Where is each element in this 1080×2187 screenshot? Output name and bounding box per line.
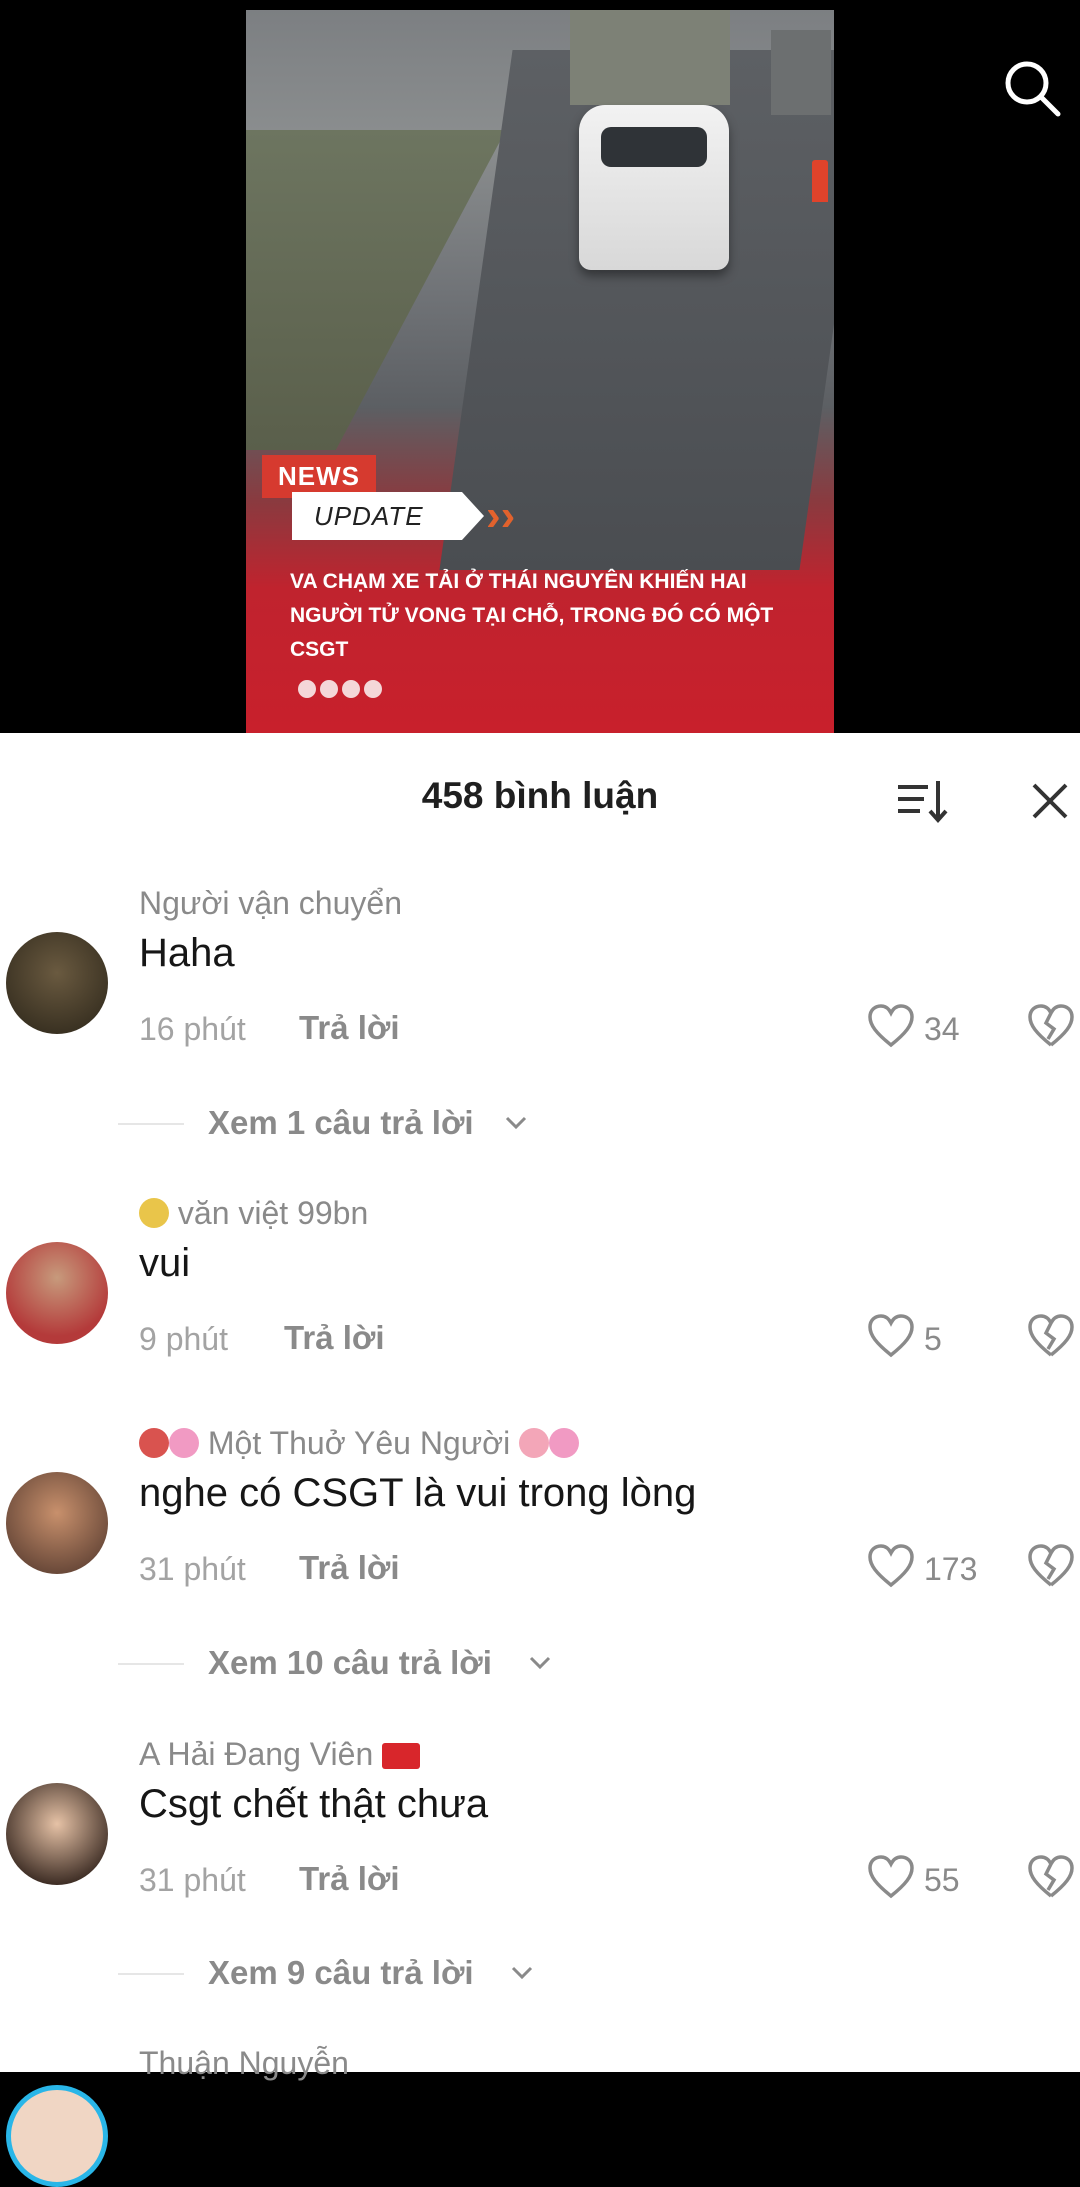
avatar[interactable]: [6, 1783, 108, 1885]
like-count: 34: [924, 1011, 960, 1047]
youtube-icon: [364, 680, 382, 698]
comment-username[interactable]: A Hải Đang Viên: [139, 1736, 421, 1773]
social-icons: [298, 680, 382, 698]
reply-button[interactable]: Trả lời: [284, 1319, 385, 1357]
comment-time: 16 phút: [139, 1011, 246, 1047]
like-count: 55: [924, 1862, 960, 1898]
broken-heart-icon[interactable]: [1026, 1311, 1076, 1361]
tiktok-icon: [342, 680, 360, 698]
close-icon[interactable]: [1026, 777, 1074, 825]
chevron-down-icon: [529, 1656, 551, 1670]
comment-time: 31 phút: [139, 1551, 246, 1587]
heart-icon[interactable]: [866, 1311, 916, 1361]
avatar[interactable]: [6, 2085, 108, 2187]
white-car: [579, 105, 729, 270]
divider: [118, 1663, 184, 1665]
view-replies-button[interactable]: Xem 1 câu trả lời: [0, 1098, 1080, 1148]
like-count: 5: [924, 1321, 942, 1357]
avatar[interactable]: [6, 1242, 108, 1344]
sort-icon[interactable]: [892, 773, 952, 829]
traffic-cone: [812, 160, 828, 202]
comment-username[interactable]: Một Thuở Yêu Người: [139, 1425, 580, 1462]
heart-icon[interactable]: [866, 1001, 916, 1051]
heart-emoji-icon: [549, 1428, 580, 1458]
video-area[interactable]: NEWS UPDATE ›› VA CHẠM XE TẢI Ở THÁI NGU…: [0, 0, 1080, 733]
view-replies-label: Xem 1 câu trả lời: [208, 1104, 474, 1141]
truck: [570, 10, 730, 105]
truck-far: [771, 30, 831, 115]
view-replies-label: Xem 9 câu trả lời: [208, 1954, 474, 1991]
chevron-down-icon: [511, 1966, 533, 1980]
facebook-icon: [320, 680, 338, 698]
broken-heart-icon[interactable]: [1026, 1541, 1076, 1591]
comment-time: 9 phút: [139, 1321, 228, 1357]
reply-button[interactable]: Trả lời: [299, 1009, 400, 1047]
comment-username[interactable]: văn việt 99bn: [139, 1195, 368, 1232]
divider: [118, 1973, 184, 1975]
comment-username[interactable]: Thuận Nguyễn: [139, 2045, 349, 2082]
reply-button[interactable]: Trả lời: [299, 1860, 400, 1898]
video-frame[interactable]: NEWS UPDATE ›› VA CHẠM XE TẢI Ở THÁI NGU…: [246, 10, 834, 733]
comment-text: vui: [139, 1241, 191, 1285]
globe-icon: [298, 680, 316, 698]
search-icon[interactable]: [1000, 56, 1064, 120]
tulip-emoji-icon: [519, 1428, 550, 1458]
update-arrow-shape: [462, 492, 484, 540]
update-tag: UPDATE: [292, 492, 462, 540]
broken-heart-icon[interactable]: [1026, 1852, 1076, 1902]
like-count: 173: [924, 1551, 978, 1587]
view-replies-button[interactable]: Xem 9 câu trả lời: [0, 1948, 1080, 1998]
rose-emoji-icon: [139, 1428, 169, 1458]
avatar[interactable]: [6, 1472, 108, 1574]
view-replies-label: Xem 10 câu trả lời: [208, 1644, 492, 1681]
comment-text: Haha: [139, 931, 235, 975]
divider: [118, 1123, 184, 1125]
heart-icon[interactable]: [866, 1541, 916, 1591]
heart-icon[interactable]: [866, 1852, 916, 1902]
comments-sheet: 458 bình luận Người vận chuyển Haha 16 p…: [0, 733, 1080, 2187]
heart-emoji-icon: [169, 1428, 199, 1458]
corn-emoji-icon: [139, 1198, 169, 1228]
comments-header: 458 bình luận: [0, 733, 1080, 863]
broken-heart-icon[interactable]: [1026, 1001, 1076, 1051]
comment-text: nghe có CSGT là vui trong lòng: [139, 1471, 697, 1515]
comment-time: 31 phút: [139, 1862, 246, 1898]
avatar[interactable]: [6, 932, 108, 1034]
update-chevron-icon: ››: [486, 491, 516, 540]
comment-text: Csgt chết thật chưa: [139, 1782, 489, 1826]
video-headline: VA CHẠM XE TẢI Ở THÁI NGUYÊN KHIẾN HAI N…: [290, 570, 774, 661]
comment-username[interactable]: Người vận chuyển: [139, 885, 402, 922]
vietnam-flag-icon: [382, 1743, 421, 1769]
reply-button[interactable]: Trả lời: [299, 1549, 400, 1587]
chevron-down-icon: [505, 1116, 527, 1130]
view-replies-button[interactable]: Xem 10 câu trả lời: [0, 1638, 1080, 1688]
